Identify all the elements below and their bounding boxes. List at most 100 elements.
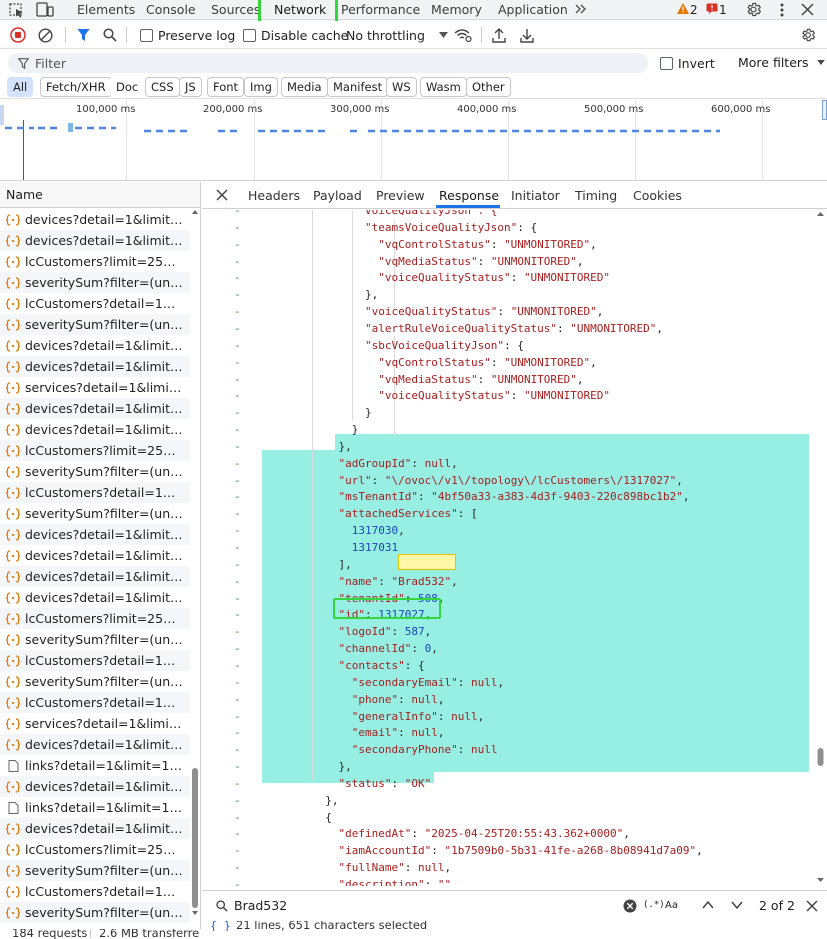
tab-network[interactable]: Network xyxy=(274,0,326,20)
more-options-icon[interactable] xyxy=(779,2,785,18)
request-row[interactable]: devices?detail=1&limit=100... xyxy=(0,545,190,566)
tab-memory[interactable]: Memory xyxy=(431,0,482,20)
request-row[interactable]: devices?detail=1&limit=100... xyxy=(0,356,190,377)
clear-log-icon[interactable] xyxy=(38,21,53,49)
preserve-log-checkbox[interactable]: Preserve log xyxy=(140,21,235,49)
request-name: severitySum?filter=(unitTyp... xyxy=(25,632,185,647)
tab-elements[interactable]: Elements xyxy=(77,0,135,20)
tab-preview[interactable]: Preview xyxy=(376,182,425,209)
request-row[interactable]: severitySum?filter=(unitTyp... xyxy=(0,860,190,881)
export-har-icon[interactable] xyxy=(520,21,534,49)
error-count[interactable]: 1 xyxy=(719,0,727,20)
request-list-scrollbar[interactable] xyxy=(190,208,200,918)
close-search-icon[interactable] xyxy=(806,900,818,912)
tab-headers[interactable]: Headers xyxy=(248,182,300,209)
request-row[interactable]: lcCustomers?detail=1&filter... xyxy=(0,293,190,314)
request-row[interactable]: lcCustomers?detail=1&filter... xyxy=(0,482,190,503)
tab-performance[interactable]: Performance xyxy=(341,0,420,20)
request-row[interactable]: severitySum?filter=(unitTyp... xyxy=(0,629,190,650)
request-row[interactable]: severitySum?filter=(unitTyp... xyxy=(0,461,190,482)
request-row[interactable]: links?detail=1&limit=10000... xyxy=(0,755,190,776)
stop-recording-icon[interactable] xyxy=(10,21,26,49)
type-filter-css[interactable]: CSS xyxy=(145,77,180,97)
search-icon[interactable] xyxy=(103,21,117,49)
request-row[interactable]: services?detail=1&limit=10... xyxy=(0,713,190,734)
name-column-header[interactable]: Name xyxy=(0,182,200,208)
type-filter-media[interactable]: Media xyxy=(281,77,328,97)
request-row[interactable]: devices?detail=1&limit=100... xyxy=(0,419,190,440)
request-row[interactable]: links?detail=1&limit=10000... xyxy=(0,797,190,818)
type-filter-img[interactable]: Img xyxy=(244,77,278,97)
invert-checkbox[interactable]: Invert xyxy=(660,56,715,71)
response-line: - "secondaryEmail": null, xyxy=(202,674,814,691)
close-detail-icon[interactable] xyxy=(216,189,228,201)
filter-funnel-icon[interactable] xyxy=(77,21,90,49)
search-input[interactable]: Brad532 xyxy=(234,891,287,920)
request-row[interactable]: devices?detail=1&limit=100... xyxy=(0,734,190,755)
request-row[interactable]: lcCustomers?detail=1&filter... xyxy=(0,881,190,902)
import-har-icon[interactable] xyxy=(492,21,506,49)
close-devtools-icon[interactable] xyxy=(801,3,814,16)
request-row[interactable]: devices?detail=1&limit=100... xyxy=(0,335,190,356)
request-row[interactable]: devices?detail=1&limit=100... xyxy=(0,566,190,587)
request-row[interactable]: lcCustomers?limit=25&pag... xyxy=(0,608,190,629)
line-gutter-marker: - xyxy=(234,760,241,774)
type-filter-manifest[interactable]: Manifest xyxy=(327,77,389,97)
request-row[interactable]: severitySum?filter=(unitTyp... xyxy=(0,671,190,692)
tab-sources[interactable]: Sources xyxy=(211,0,260,20)
request-row[interactable]: lcCustomers?limit=25&pag... xyxy=(0,440,190,461)
response-scrollbar[interactable] xyxy=(814,210,827,886)
network-overview-timeline[interactable]: 100,000 ms 200,000 ms 300,000 ms 400,000… xyxy=(0,100,827,181)
type-filter-all[interactable]: All xyxy=(7,77,34,97)
previous-match-icon[interactable] xyxy=(702,900,714,910)
request-row[interactable]: severitySum?filter=(unitTyp... xyxy=(0,272,190,293)
network-settings-gear-icon[interactable] xyxy=(800,21,816,49)
warning-count[interactable]: 2 xyxy=(690,0,698,20)
request-row[interactable]: services?detail=1&limit=10... xyxy=(0,377,190,398)
disable-cache-checkbox[interactable]: Disable cache xyxy=(243,21,348,49)
request-row[interactable]: lcCustomers?limit=25&pag... xyxy=(0,839,190,860)
request-row[interactable]: devices?detail=1&limit=100... xyxy=(0,209,190,230)
type-filter-ws[interactable]: WS xyxy=(386,77,417,97)
request-row[interactable]: devices?detail=1&limit=100... xyxy=(0,230,190,251)
regex-toggle[interactable]: (.*) xyxy=(643,891,665,920)
type-filter-other[interactable]: Other xyxy=(466,77,511,97)
tab-console[interactable]: Console xyxy=(146,0,196,20)
filter-input[interactable]: Filter xyxy=(8,53,648,73)
response-body-viewer[interactable]: - voiceQualityJson": {- "teamsVoiceQuali… xyxy=(202,210,827,886)
request-row[interactable]: lcCustomers?limit=25&pag... xyxy=(0,251,190,272)
network-conditions-icon[interactable] xyxy=(454,21,472,49)
settings-gear-icon[interactable] xyxy=(745,1,762,18)
device-toolbar-icon[interactable] xyxy=(36,2,54,18)
request-row[interactable]: devices?detail=1&limit=100... xyxy=(0,776,190,797)
tab-cookies[interactable]: Cookies xyxy=(633,182,682,209)
code-token: : xyxy=(457,675,471,689)
clear-search-icon[interactable] xyxy=(623,899,637,913)
throttling-select[interactable]: No throttling xyxy=(346,21,448,49)
request-row[interactable]: lcCustomers?detail=1&limit... xyxy=(0,692,190,713)
type-filter-js[interactable]: JS xyxy=(179,77,202,97)
type-filter-wasm[interactable]: Wasm xyxy=(420,77,467,97)
code-token: , xyxy=(437,692,445,706)
request-row[interactable]: devices?detail=1&limit=100... xyxy=(0,587,190,608)
match-case-toggle[interactable]: Aa xyxy=(665,891,678,920)
tab-timing[interactable]: Timing xyxy=(575,182,617,209)
more-tabs-icon[interactable] xyxy=(574,2,588,16)
timeline-selection-handle[interactable] xyxy=(822,100,827,120)
request-row[interactable]: devices?detail=1&limit=100... xyxy=(0,524,190,545)
type-filter-fetch-xhr[interactable]: Fetch/XHR xyxy=(40,77,112,97)
request-row[interactable]: severitySum?filter=(unitTyp... xyxy=(0,314,190,335)
request-row[interactable]: severitySum?filter=(unitTyp... xyxy=(0,503,190,524)
type-filter-doc[interactable]: Doc xyxy=(110,77,145,97)
tab-payload[interactable]: Payload xyxy=(313,182,362,209)
tab-application[interactable]: Application xyxy=(498,0,568,20)
tab-initiator[interactable]: Initiator xyxy=(511,182,560,209)
next-match-icon[interactable] xyxy=(731,900,743,910)
more-filters-dropdown[interactable]: More filters xyxy=(738,55,825,70)
request-row[interactable]: devices?detail=1&limit=100... xyxy=(0,818,190,839)
request-row[interactable]: lcCustomers?detail=1&filter... xyxy=(0,650,190,671)
request-row[interactable]: severitySum?filter=(unitTyp... xyxy=(0,902,190,923)
inspect-element-icon[interactable] xyxy=(9,3,25,18)
request-row[interactable]: devices?detail=1&limit=100... xyxy=(0,398,190,419)
type-filter-font[interactable]: Font xyxy=(207,77,245,97)
